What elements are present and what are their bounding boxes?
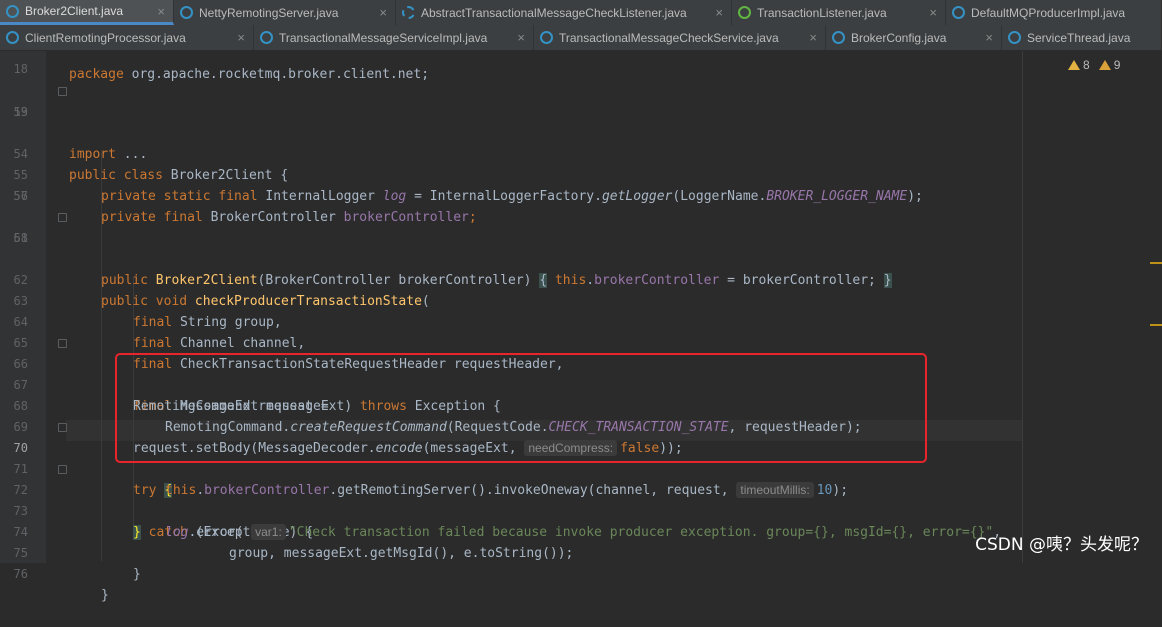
- class-icon: [6, 4, 19, 18]
- tab-label: TransactionListener.java: [757, 5, 887, 20]
- warning-count: 8: [1083, 58, 1090, 72]
- line-number: 18: [13, 62, 28, 76]
- tab-label: NettyRemotingServer.java: [199, 5, 339, 20]
- code-text: }: [133, 567, 141, 582]
- code-line: 56 private final BrokerController broker…: [0, 165, 1162, 225]
- fold-icon[interactable]: [58, 213, 67, 222]
- close-icon[interactable]: ×: [157, 4, 165, 19]
- close-icon[interactable]: ×: [379, 5, 387, 20]
- code-text: }: [101, 588, 109, 603]
- highlight-annotation-box: [115, 353, 927, 463]
- fold-icon[interactable]: [58, 339, 67, 348]
- code-line: 65 final CheckTransactionStateRequestHea…: [0, 312, 1162, 372]
- class-icon: [180, 6, 193, 19]
- tab-transaction-listener[interactable]: TransactionListener.java ×: [732, 0, 946, 25]
- code-line: 54 public class Broker2Client {: [0, 123, 1162, 183]
- code-editor[interactable]: package org.apache.rocketmq.broker.clien…: [0, 51, 1162, 603]
- weak-warning-count: 9: [1113, 58, 1121, 72]
- fold-icon[interactable]: [58, 423, 67, 432]
- tab-label: Broker2Client.java: [25, 4, 124, 18]
- tab-broker2client[interactable]: Broker2Client.java ×: [0, 0, 174, 25]
- tab-netty-remoting-server[interactable]: NettyRemotingServer.java ×: [174, 0, 396, 25]
- scrollbar-marker[interactable]: [1150, 262, 1162, 264]
- close-icon[interactable]: ×: [929, 5, 937, 20]
- fold-icon[interactable]: [58, 465, 67, 474]
- tab-default-mq-producer-impl[interactable]: DefaultMQProducerImpl.java: [946, 0, 1162, 25]
- tab-abstract-transactional-message-check-listener[interactable]: AbstractTransactionalMessageCheckListene…: [396, 0, 732, 25]
- interface-icon: [738, 6, 751, 19]
- code-line: 55 private static final InternalLogger l…: [0, 144, 1162, 204]
- weak-warning-icon: [1098, 60, 1111, 70]
- code-line: 61: [0, 228, 1162, 249]
- scrollbar-marker[interactable]: [1150, 324, 1162, 326]
- code-line: 66 final MessageExt messageExt) throws E…: [0, 333, 1162, 414]
- tab-label: DefaultMQProducerImpl.java: [971, 5, 1126, 20]
- close-icon[interactable]: ×: [715, 5, 723, 20]
- line-number: 53: [13, 105, 28, 119]
- code-line: 62 public void checkProducerTransactionS…: [0, 249, 1162, 309]
- code-line: 18: [0, 59, 1162, 80]
- line-number: 57: [13, 189, 28, 203]
- code-line: 63 final String group,: [0, 270, 1162, 330]
- inspection-widget[interactable]: 8 9: [1068, 58, 1120, 72]
- watermark: CSDN @咦？头发呢？: [975, 535, 1148, 555]
- code-line: 53: [0, 102, 1162, 123]
- class-icon: [952, 6, 965, 19]
- tab-label: AbstractTransactionalMessageCheckListene…: [421, 5, 687, 20]
- code-line: 19 import ...: [0, 81, 1162, 162]
- code-line: 64 final Channel channel,: [0, 291, 1162, 351]
- code-line: 57: [0, 186, 1162, 207]
- fold-icon[interactable]: [58, 87, 67, 96]
- code-line: 74 group, messageExt.getMsgId(), e.toStr…: [0, 501, 1162, 561]
- code-line: 73 log.error( var1: "Check transaction fa…: [0, 480, 1162, 540]
- code-line: 58 public Broker2Client(BrokerController…: [0, 207, 1162, 288]
- editor-tab-bar-primary: Broker2Client.java × NettyRemotingServer…: [0, 0, 1162, 26]
- warning-icon: [1068, 60, 1080, 70]
- line-number: 76: [13, 567, 28, 581]
- abstract-class-icon: [402, 6, 415, 19]
- line-number: 61: [13, 231, 28, 245]
